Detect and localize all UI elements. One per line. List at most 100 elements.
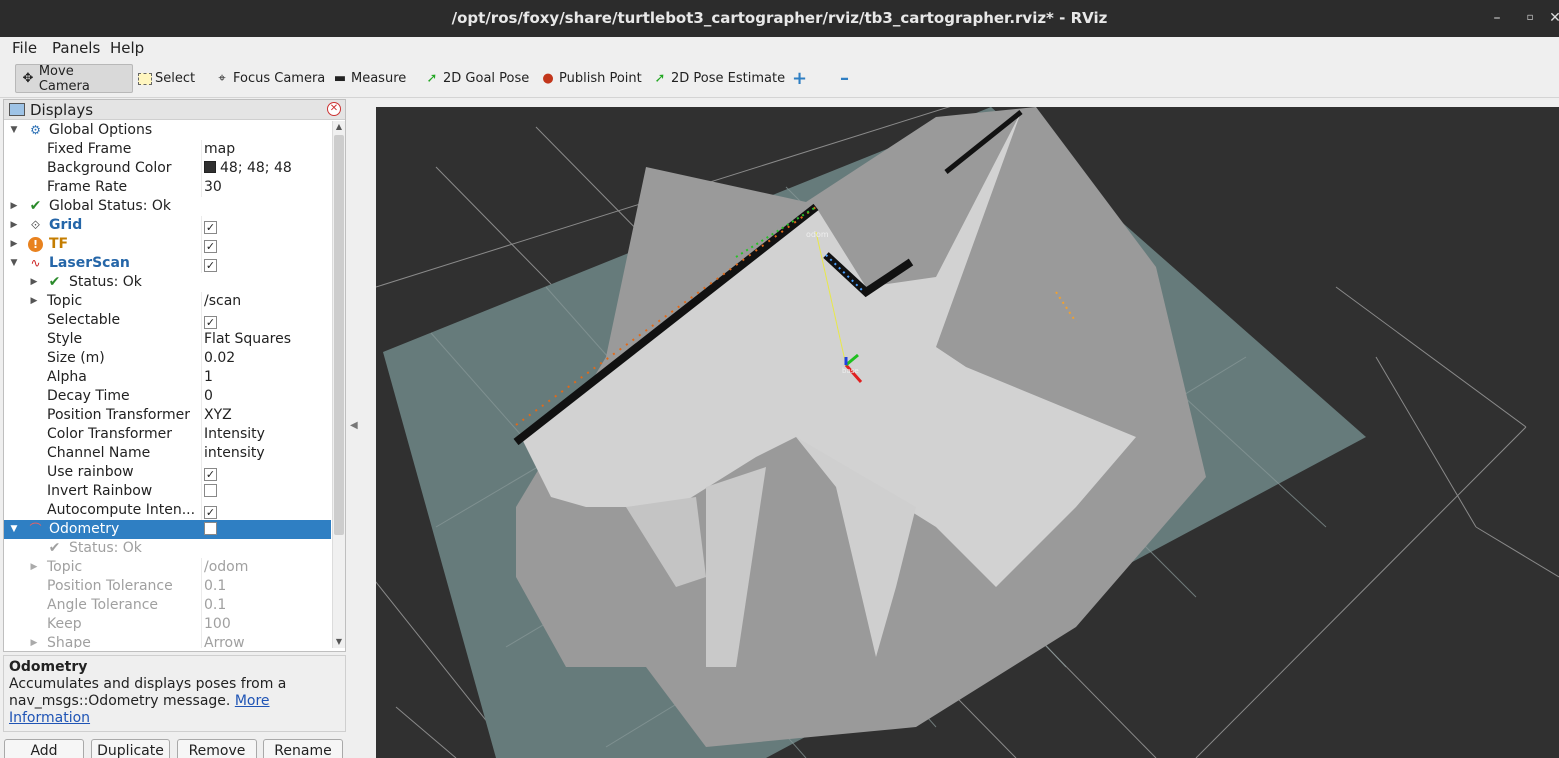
menu-panels[interactable]: Panels (52, 39, 100, 57)
tree-row-odometry-topic[interactable]: ▶ Topic /odom (4, 558, 331, 577)
tree-row-laserscan[interactable]: ▼ ∿ LaserScan ✓ (4, 254, 331, 273)
tree-row-position-tolerance[interactable]: Position Tolerance 0.1 (4, 577, 331, 596)
measure-tool[interactable]: ▬ Measure (328, 64, 410, 93)
property-value[interactable]: map (204, 140, 235, 159)
property-label: Shape (47, 635, 91, 648)
remove-tool-icon[interactable]: – (836, 64, 853, 93)
focus-camera-tool[interactable]: ⌖ Focus Camera (210, 64, 329, 93)
grid-enabled-checkbox[interactable]: ✓ (204, 221, 217, 234)
use-rainbow-checkbox[interactable]: ✓ (204, 468, 217, 481)
goal-pose-tool[interactable]: ➚ 2D Goal Pose (420, 64, 533, 93)
property-value[interactable]: /scan (204, 292, 241, 311)
warning-icon: ! (28, 237, 43, 252)
tree-row-keep[interactable]: Keep 100 (4, 615, 331, 634)
close-window-button[interactable]: ✕ (1545, 8, 1559, 28)
collapse-arrow-icon[interactable]: ▶ (29, 634, 39, 648)
panel-collapse-icon[interactable]: ◀ (350, 420, 358, 431)
tree-row-autocompute-intensity[interactable]: Autocompute Inten... ✓ (4, 501, 331, 520)
goal-arrow-icon: ➚ (426, 70, 438, 86)
tree-row-selectable[interactable]: Selectable ✓ (4, 311, 331, 330)
tree-row-odometry[interactable]: ▼ ⌒ Odometry (4, 520, 331, 539)
publish-point-tool[interactable]: ● Publish Point (536, 64, 646, 93)
select-tool[interactable]: Select (134, 64, 199, 93)
property-value[interactable]: 0.02 (204, 349, 235, 368)
maximize-button[interactable]: ▫ (1520, 8, 1540, 28)
tree-row-grid[interactable]: ▶ ⟐ Grid ✓ (4, 216, 331, 235)
property-value[interactable]: Flat Squares (204, 330, 291, 349)
duplicate-button[interactable]: Duplicate (91, 739, 170, 758)
tree-row-topic[interactable]: ▶ Topic /scan (4, 292, 331, 311)
property-value[interactable]: 0.1 (204, 596, 226, 615)
tree-row-frame-rate[interactable]: Frame Rate 30 (4, 178, 331, 197)
displays-scrollbar[interactable]: ▲ ▼ (332, 121, 345, 648)
property-value[interactable]: 0.1 (204, 577, 226, 596)
property-value[interactable]: 30 (204, 178, 222, 197)
property-value[interactable]: 1 (204, 368, 213, 387)
tree-row-style[interactable]: Style Flat Squares (4, 330, 331, 349)
property-value[interactable]: Intensity (204, 425, 265, 444)
tree-row-channel-name[interactable]: Channel Name intensity (4, 444, 331, 463)
menu-file[interactable]: File (12, 39, 37, 57)
tree-row-tf[interactable]: ▶ ! TF ✓ (4, 235, 331, 254)
scroll-down-icon[interactable]: ▼ (333, 636, 345, 648)
autocompute-intensity-checkbox[interactable]: ✓ (204, 506, 217, 519)
property-label: Fixed Frame (47, 141, 132, 157)
property-value[interactable]: 0 (204, 387, 213, 406)
collapse-arrow-icon[interactable]: ▶ (29, 292, 39, 311)
scroll-up-icon[interactable]: ▲ (333, 121, 345, 133)
tree-row-fixed-frame[interactable]: Fixed Frame map (4, 140, 331, 159)
invert-rainbow-checkbox[interactable] (204, 484, 217, 497)
collapse-arrow-icon[interactable]: ▶ (29, 273, 39, 292)
property-value[interactable]: XYZ (204, 406, 232, 425)
tree-row-decay-time[interactable]: Decay Time 0 (4, 387, 331, 406)
tree-row-global-status[interactable]: ▶ ✔ Global Status: Ok (4, 197, 331, 216)
tf-enabled-checkbox[interactable]: ✓ (204, 240, 217, 253)
property-value[interactable]: intensity (204, 444, 265, 463)
close-panel-icon[interactable]: ✕ (327, 102, 341, 116)
add-tool-icon[interactable]: + (788, 64, 811, 93)
render-viewport[interactable]: odom base (376, 107, 1559, 758)
property-label: Decay Time (47, 388, 130, 404)
property-value[interactable]: 100 (204, 615, 231, 634)
selectable-checkbox[interactable]: ✓ (204, 316, 217, 329)
collapse-arrow-icon[interactable]: ▶ (9, 235, 19, 254)
tree-row-shape[interactable]: ▶ Shape Arrow (4, 634, 331, 648)
property-value[interactable]: /odom (204, 558, 248, 577)
tree-row-odometry-status[interactable]: ✔ Status: Ok (4, 539, 331, 558)
collapse-arrow-icon[interactable]: ▶ (9, 216, 19, 235)
collapse-arrow-icon[interactable]: ▶ (9, 197, 19, 216)
tree-row-global-options[interactable]: ▼ ⚙ Global Options (4, 121, 331, 140)
tree-row-color-transformer[interactable]: Color Transformer Intensity (4, 425, 331, 444)
tree-row-background-color[interactable]: Background Color 48; 48; 48 (4, 159, 331, 178)
property-value[interactable]: 48; 48; 48 (220, 160, 292, 176)
pose-estimate-tool[interactable]: ➚ 2D Pose Estimate (648, 64, 789, 93)
collapse-arrow-icon[interactable]: ▶ (29, 558, 39, 577)
scrollbar-thumb[interactable] (334, 135, 344, 535)
move-camera-tool[interactable]: ✥ Move Camera (15, 64, 133, 94)
move-camera-icon: ✥ (22, 70, 34, 86)
color-swatch[interactable] (204, 161, 216, 173)
tree-row-laserscan-status[interactable]: ▶ ✔ Status: Ok (4, 273, 331, 292)
property-label: Frame Rate (47, 179, 128, 195)
expand-arrow-icon[interactable]: ▼ (9, 121, 19, 140)
tree-row-angle-tolerance[interactable]: Angle Tolerance 0.1 (4, 596, 331, 615)
tree-row-alpha[interactable]: Alpha 1 (4, 368, 331, 387)
check-icon: ✔ (48, 540, 61, 556)
tree-row-invert-rainbow[interactable]: Invert Rainbow (4, 482, 331, 501)
minimize-button[interactable]: – (1487, 8, 1507, 28)
tree-row-use-rainbow[interactable]: Use rainbow ✓ (4, 463, 331, 482)
laserscan-enabled-checkbox[interactable]: ✓ (204, 259, 217, 272)
description-title: Odometry (9, 659, 88, 675)
expand-arrow-icon[interactable]: ▼ (9, 254, 19, 273)
odometry-enabled-checkbox[interactable] (204, 522, 217, 535)
remove-button[interactable]: Remove (177, 739, 257, 758)
property-value[interactable]: Arrow (204, 634, 245, 648)
add-button[interactable]: Add (4, 739, 84, 758)
menu-help[interactable]: Help (110, 39, 144, 57)
tree-label: TF (49, 236, 69, 252)
expand-arrow-icon[interactable]: ▼ (9, 520, 19, 539)
tree-row-position-transformer[interactable]: Position Transformer XYZ (4, 406, 331, 425)
tree-row-size[interactable]: Size (m) 0.02 (4, 349, 331, 368)
displays-tree: ▼ ⚙ Global Options Fixed Frame map Backg… (4, 121, 331, 648)
rename-button[interactable]: Rename (263, 739, 343, 758)
